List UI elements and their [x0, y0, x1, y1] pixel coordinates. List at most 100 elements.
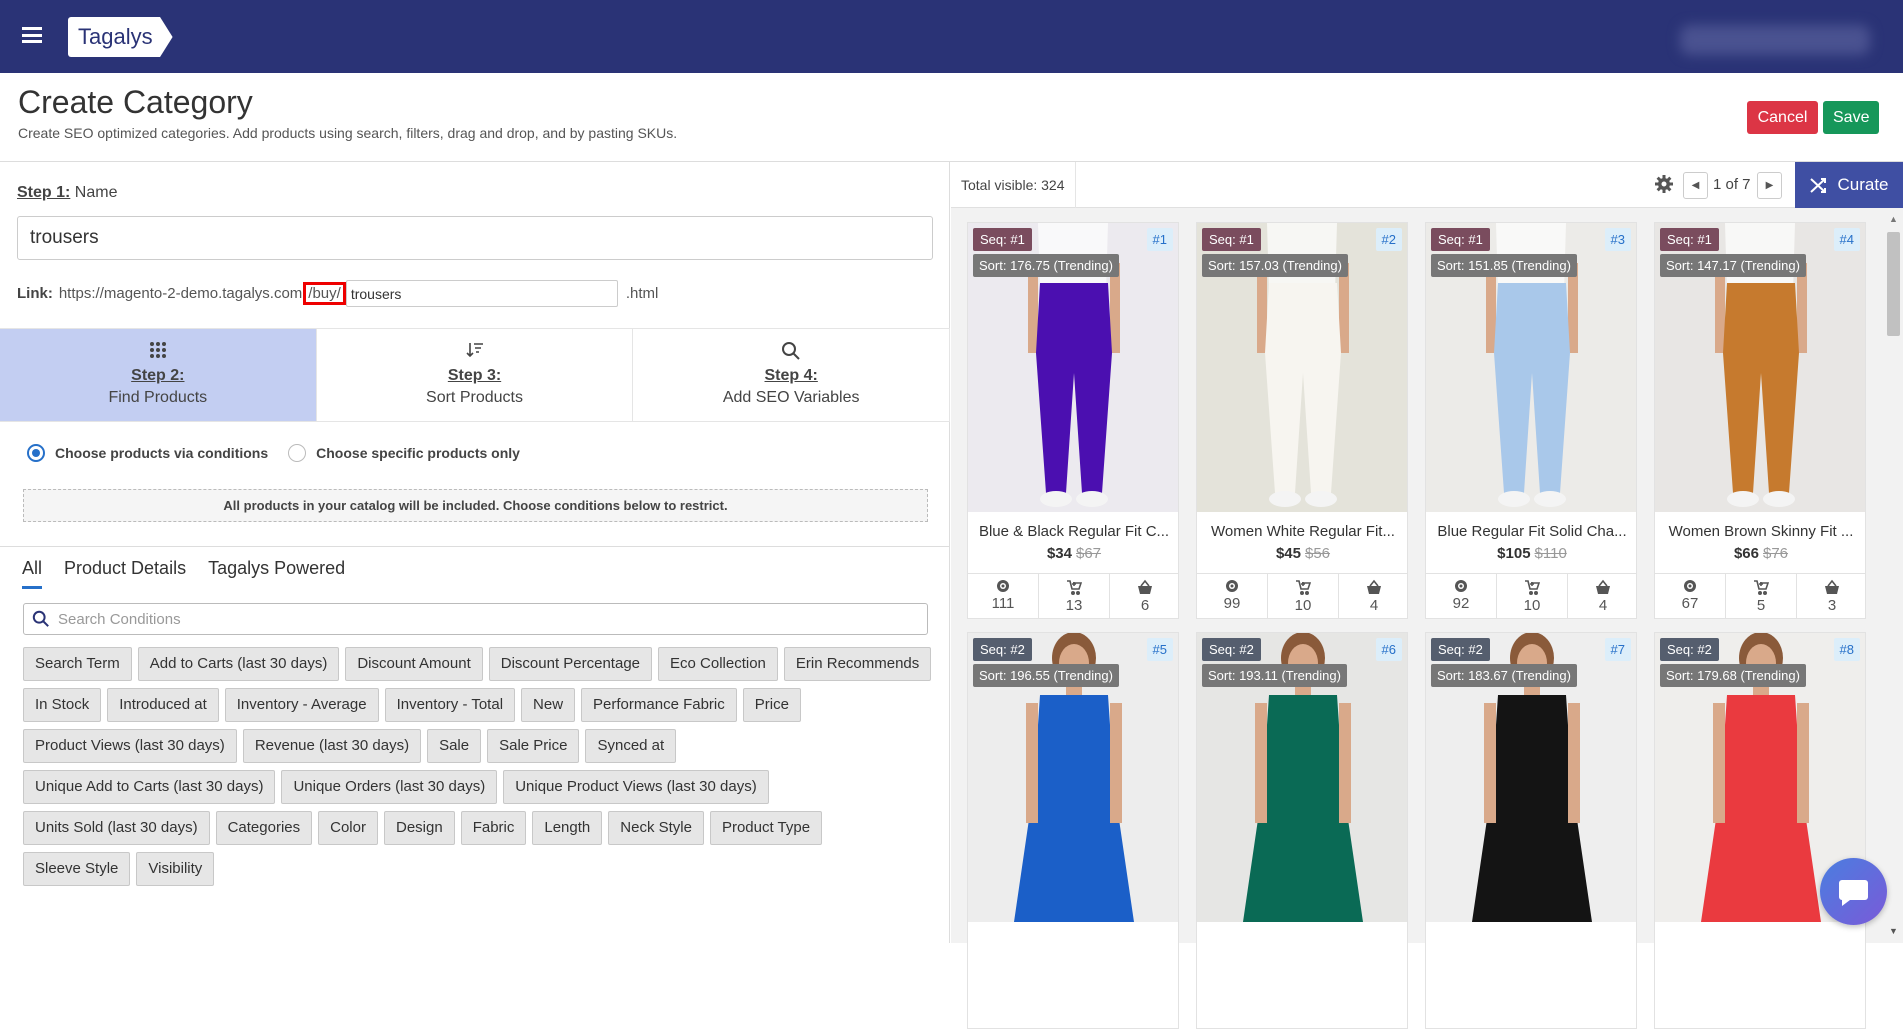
condition-chip[interactable]: Price — [742, 688, 801, 722]
radio-button[interactable] — [27, 444, 45, 462]
scroll-down-arrow[interactable]: ▼ — [1889, 926, 1898, 936]
sequence-badge: Seq: #2 — [1660, 638, 1719, 661]
condition-chip[interactable]: Search Term — [23, 647, 132, 681]
product-name: Blue Regular Fit Solid Cha... — [1437, 523, 1627, 540]
original-price: $76 — [1763, 545, 1789, 562]
product-card[interactable]: Seq: #2 Sort: 179.68 (Trending) #8 — [1654, 632, 1866, 1029]
search-conditions-input[interactable] — [58, 610, 908, 628]
condition-chip[interactable]: Performance Fabric — [581, 688, 737, 722]
link-base-url: https://magento-2-demo.tagalys.com — [58, 285, 303, 302]
tab-add-seo-variables[interactable]: Step 4: Add SEO Variables — [633, 329, 951, 421]
views-count: 111 — [991, 595, 1015, 612]
radio-button[interactable] — [288, 444, 307, 462]
condition-chip[interactable]: Units Sold (last 30 days) — [23, 811, 210, 845]
carts-count: 10 — [1523, 597, 1541, 614]
condition-chip[interactable]: Inventory - Total — [384, 688, 516, 722]
chat-bubble-icon — [1839, 880, 1868, 906]
condition-chip[interactable]: Synced at — [585, 729, 677, 763]
condition-chip[interactable]: Erin Recommends — [783, 647, 932, 681]
condition-chip[interactable]: Length — [532, 811, 603, 845]
chat-widget-button[interactable] — [1820, 858, 1887, 925]
category-name-input[interactable] — [17, 216, 933, 260]
product-card[interactable]: Seq: #1 Sort: 147.17 (Trending) #4 Women … — [1654, 222, 1866, 619]
grid-dots-icon — [0, 341, 316, 367]
page-indicator: 1 of 7 — [1713, 176, 1751, 193]
step1-title: Step 1: — [17, 184, 71, 201]
condition-chip[interactable]: Introduced at — [107, 688, 219, 722]
position-badge: #2 — [1375, 228, 1402, 251]
condition-chip[interactable]: Product Views (last 30 days) — [23, 729, 237, 763]
sort-score-badge: Sort: 193.11 (Trending) — [1202, 664, 1347, 687]
product-card[interactable]: Seq: #2 Sort: 196.55 (Trending) #5 — [967, 632, 1179, 1029]
top-navbar: Tagalys — [0, 0, 1903, 73]
product-card[interactable]: Seq: #1 Sort: 157.03 (Trending) #2 Women … — [1196, 222, 1408, 619]
scroll-up-arrow[interactable]: ▲ — [1889, 214, 1898, 224]
condition-chip[interactable]: New — [521, 688, 576, 722]
link-suffix: .html — [625, 285, 659, 302]
condition-chip[interactable]: In Stock — [23, 688, 102, 722]
curate-button[interactable]: Curate — [1795, 162, 1903, 208]
product-card[interactable]: Seq: #1 Sort: 176.75 (Trending) #1 Blue &… — [967, 222, 1179, 619]
condition-chip[interactable]: Design — [383, 811, 455, 845]
scrollbar-thumb[interactable] — [1887, 232, 1900, 336]
product-card[interactable]: Seq: #1 Sort: 151.85 (Trending) #3 Blue R… — [1425, 222, 1637, 619]
condition-chip[interactable]: Revenue (last 30 days) — [242, 729, 422, 763]
prev-page-button[interactable]: ◀ — [1683, 172, 1708, 199]
tab-find-products[interactable]: Step 2: Find Products — [0, 329, 317, 421]
url-slug-input[interactable] — [345, 280, 618, 307]
condition-chip[interactable]: Unique Product Views (last 30 days) — [503, 770, 769, 804]
sequence-badge: Seq: #1 — [1202, 228, 1261, 251]
radio-conditions[interactable]: Choose products via conditions — [27, 444, 268, 462]
sort-score-badge: Sort: 157.03 (Trending) — [1202, 254, 1348, 277]
product-card[interactable]: Seq: #2 Sort: 183.67 (Trending) #7 — [1425, 632, 1637, 1029]
tab-tagalys-powered[interactable]: Tagalys Powered — [208, 558, 345, 589]
condition-chip[interactable]: Add to Carts (last 30 days) — [137, 647, 340, 681]
product-card[interactable]: Seq: #2 Sort: 193.11 (Trending) #6 — [1196, 632, 1408, 1029]
gear-icon[interactable] — [1654, 174, 1674, 194]
cancel-button[interactable]: Cancel — [1747, 101, 1818, 134]
condition-chip[interactable]: Sleeve Style — [23, 852, 131, 886]
condition-chip[interactable]: Product Type — [709, 811, 823, 845]
condition-chip[interactable]: Sale Price — [487, 729, 580, 763]
tab-product-details[interactable]: Product Details — [64, 558, 186, 589]
hamburger-menu-icon[interactable] — [22, 27, 42, 43]
eye-icon — [1197, 579, 1267, 593]
next-page-button[interactable]: ▶ — [1757, 172, 1782, 199]
condition-chip[interactable]: Neck Style — [608, 811, 704, 845]
save-button[interactable]: Save — [1823, 101, 1879, 134]
position-badge: #7 — [1604, 638, 1631, 661]
condition-chip[interactable]: Inventory - Average — [224, 688, 379, 722]
position-badge: #4 — [1833, 228, 1860, 251]
orders-stat: 3 — [1797, 574, 1865, 618]
user-account-blurred[interactable] — [1680, 25, 1870, 55]
add-to-cart-stat: 10 — [1268, 574, 1339, 618]
condition-chip[interactable]: Eco Collection — [658, 647, 778, 681]
step-sub: Find Products — [108, 389, 208, 406]
step1-label: Step 1: Name — [17, 184, 117, 202]
radio-specific-products[interactable]: Choose specific products only — [288, 444, 520, 462]
condition-chip[interactable]: Sale — [427, 729, 482, 763]
condition-chip[interactable]: Discount Percentage — [488, 647, 652, 681]
step-label: Step 2: — [131, 367, 185, 384]
tab-all[interactable]: All — [22, 558, 43, 589]
carts-count: 13 — [1065, 597, 1083, 614]
scrollbar[interactable]: ▲ ▼ — [1884, 208, 1903, 943]
sale-price: $66 — [1733, 545, 1759, 562]
condition-chip[interactable]: Unique Add to Carts (last 30 days) — [23, 770, 276, 804]
link-label: Link: — [17, 285, 53, 302]
basket-icon — [1568, 579, 1636, 595]
tagalys-logo[interactable]: Tagalys — [68, 17, 173, 57]
orders-stat: 4 — [1568, 574, 1636, 618]
position-badge: #3 — [1604, 228, 1631, 251]
tab-sort-products[interactable]: Step 3: Sort Products — [317, 329, 634, 421]
condition-chip[interactable]: Color — [318, 811, 378, 845]
condition-chip[interactable]: Fabric — [460, 811, 527, 845]
condition-chip[interactable]: Unique Orders (last 30 days) — [281, 770, 498, 804]
condition-chip[interactable]: Visibility — [136, 852, 215, 886]
product-preview-panel: Total visible: 324 ◀ 1 of 7 ▶ Curate Seq… — [951, 162, 1903, 1029]
basket-icon — [1339, 579, 1407, 595]
page-subtitle: Create SEO optimized categories. Add pro… — [18, 125, 678, 141]
step-sub: Sort Products — [426, 389, 523, 406]
condition-chip[interactable]: Discount Amount — [345, 647, 483, 681]
condition-chip[interactable]: Categories — [215, 811, 313, 845]
